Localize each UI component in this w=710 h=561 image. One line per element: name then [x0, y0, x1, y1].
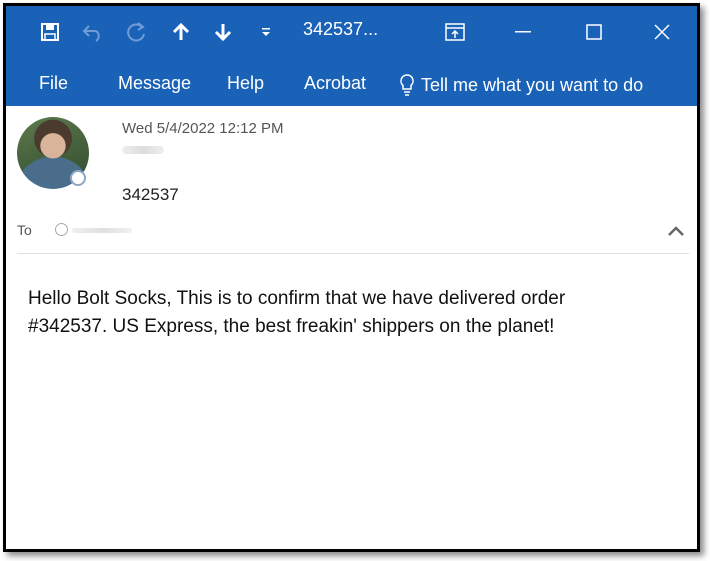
- minimize-icon[interactable]: [511, 20, 535, 44]
- tell-me-label: Tell me what you want to do: [421, 74, 644, 95]
- message-body: Hello Bolt Socks, This is to confirm tha…: [28, 285, 668, 341]
- menu-bar: File Message Help Acrobat Tell me what y…: [6, 61, 697, 106]
- presence-status-icon: [70, 170, 86, 186]
- collapse-header-icon[interactable]: [667, 224, 685, 238]
- recipient-redacted[interactable]: [72, 228, 132, 233]
- title-bar: 342537...: [6, 6, 697, 61]
- body-line: Hello Bolt Socks, This is to confirm tha…: [28, 288, 566, 309]
- redo-icon[interactable]: [124, 20, 148, 44]
- maximize-icon[interactable]: [582, 20, 606, 44]
- close-icon[interactable]: [650, 20, 674, 44]
- up-arrow-icon[interactable]: [169, 20, 193, 44]
- menu-file[interactable]: File: [39, 73, 68, 94]
- message-header: Wed 5/4/2022 12:12 PM 342537 To: [6, 106, 697, 256]
- lightbulb-icon: [400, 74, 414, 96]
- undo-icon[interactable]: [81, 20, 105, 44]
- sent-date: Wed 5/4/2022 12:12 PM: [122, 120, 284, 137]
- body-line: #342537. US Express, the best freakin' s…: [28, 316, 555, 337]
- email-window: 342537... File Message Help Acrobat Tell…: [3, 3, 700, 552]
- window-title: 342537...: [303, 19, 379, 39]
- to-label: To: [17, 222, 32, 238]
- down-arrow-icon[interactable]: [211, 20, 235, 44]
- save-icon[interactable]: [38, 20, 62, 44]
- menu-acrobat[interactable]: Acrobat: [304, 73, 366, 94]
- customize-dropdown-icon[interactable]: [258, 20, 274, 44]
- recipient-presence-icon: [55, 223, 68, 236]
- sender-name-redacted: [122, 146, 164, 154]
- menu-help[interactable]: Help: [227, 73, 264, 94]
- tell-me-search[interactable]: Tell me what you want to do: [399, 73, 643, 97]
- message-subject: 342537: [122, 185, 179, 204]
- menu-message[interactable]: Message: [118, 73, 191, 94]
- header-divider: [17, 253, 689, 254]
- restore-ribbon-icon[interactable]: [443, 20, 467, 44]
